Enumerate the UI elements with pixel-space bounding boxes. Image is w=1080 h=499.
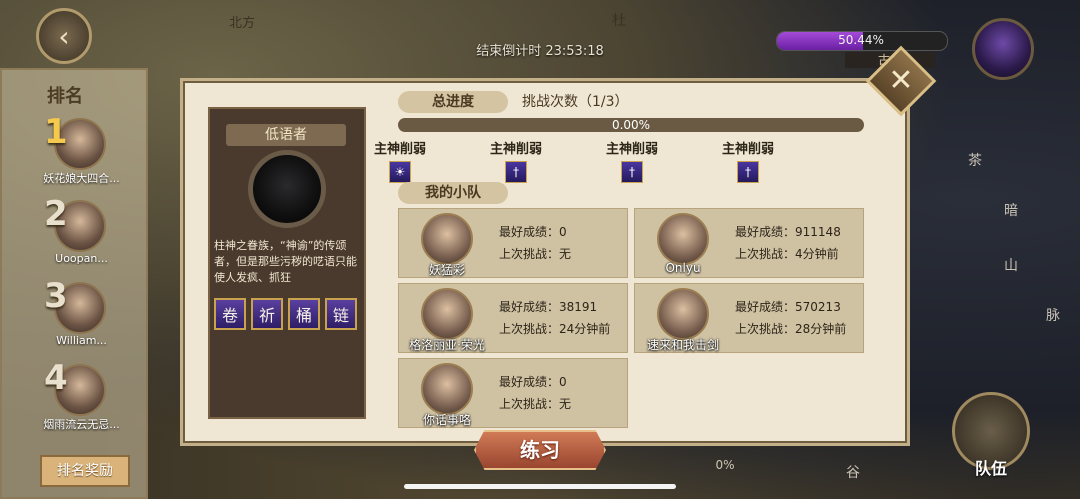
avatar (421, 213, 473, 265)
skill-scroll-icon[interactable]: 卷 (214, 298, 246, 330)
skill-chain-icon[interactable]: 链 (325, 298, 357, 330)
best-value: 911148 (795, 225, 841, 239)
rank-name: William... (56, 334, 107, 347)
last-value: 4分钟前 (795, 247, 839, 261)
close-icon[interactable]: ✕ (876, 56, 926, 106)
total-progress-text: 0.00% (611, 118, 651, 132)
rank-name: Uoopan... (55, 252, 108, 265)
team-member-card[interactable]: 妖猛彩 最好成绩：0 上次挑战：无 (398, 208, 628, 278)
rank-number: 1 (44, 112, 68, 152)
map-label: 谷 (846, 465, 860, 481)
team-button-label[interactable]: 队伍 (952, 455, 1030, 479)
best-value: 0 (559, 375, 567, 389)
rank-name: 妖花娘大四合... (43, 172, 120, 185)
best-score: 最好成绩：38191 (499, 298, 597, 315)
debuff-label: 主神削弱 (721, 142, 774, 157)
event-countdown: 结束倒计时 23:53:18 (476, 44, 604, 59)
progress-tag: 总进度 (398, 91, 508, 113)
last-label: 上次挑战： (735, 247, 796, 261)
home-indicator[interactable] (404, 484, 676, 489)
rank-number: 3 (44, 276, 68, 316)
last-challenge: 上次挑战：4分钟前 (735, 245, 839, 262)
best-value: 0 (559, 225, 567, 239)
map-label: 暗 (1004, 203, 1018, 219)
best-score: 最好成绩：570213 (735, 298, 841, 315)
last-value: 28分钟前 (795, 322, 847, 336)
rank-number: 4 (44, 358, 68, 398)
ranking-title: 排名 (47, 86, 83, 107)
best-label: 最好成绩： (499, 300, 560, 314)
map-label-north: 北方 (229, 16, 256, 31)
debuff-label: 主神削弱 (373, 142, 426, 157)
member-name: Onlyu (665, 261, 701, 275)
debuff[interactable]: 主神削弱 † (708, 138, 788, 183)
map-label: 杜 (612, 13, 626, 29)
practice-button[interactable]: 练习 (474, 430, 606, 470)
last-challenge: 上次挑战：无 (499, 395, 571, 412)
best-value: 38191 (559, 300, 598, 314)
map-label: 脉 (1046, 308, 1060, 324)
skill-pray-icon[interactable]: 祈 (251, 298, 283, 330)
challenge-count: 挑战次数（1/3） (522, 94, 629, 110)
back-button[interactable]: ‹ (36, 8, 92, 64)
last-label: 上次挑战： (499, 247, 560, 261)
member-name: 你话事咯 (422, 413, 471, 427)
boss-description: 柱神之眷族，“神谕”的传颂者，但是那些污秽的呓语只能使人发疯、抓狂 (214, 239, 357, 284)
debuff-label: 主神削弱 (489, 142, 542, 157)
boss-name: 低语者 (226, 124, 346, 146)
last-value: 24分钟前 (559, 322, 611, 336)
boss-skills: 卷 祈 桶 链 (214, 298, 362, 330)
debuff-label: 主神削弱 (605, 142, 658, 157)
boss-portrait[interactable] (972, 18, 1034, 80)
last-challenge: 上次挑战：24分钟前 (499, 320, 610, 337)
boss-hp-text: 50.44% (838, 33, 884, 47)
best-score: 最好成绩：0 (499, 373, 567, 390)
sun-icon: ☀ (389, 161, 411, 183)
member-name: 妖猛彩 (428, 263, 465, 277)
team-tag: 我的小队 (398, 182, 508, 204)
best-score: 最好成绩：0 (499, 223, 567, 240)
last-challenge: 上次挑战：无 (499, 245, 571, 262)
best-label: 最好成绩： (735, 225, 796, 239)
bottom-percent: 0% (715, 458, 735, 472)
member-name: 格洛丽亚·荣光 (409, 338, 485, 352)
skill-barrel-icon[interactable]: 桶 (288, 298, 320, 330)
avatar (657, 288, 709, 340)
avatar (657, 213, 709, 265)
last-label: 上次挑战： (735, 322, 796, 336)
last-value: 无 (559, 397, 572, 411)
back-arrow-icon: ‹ (58, 19, 70, 53)
map-label: 茶 (968, 153, 982, 169)
map-label: 山 (1004, 258, 1018, 274)
last-value: 无 (559, 247, 572, 261)
team-member-card[interactable]: 你话事咯 最好成绩：0 上次挑战：无 (398, 358, 628, 428)
last-label: 上次挑战： (499, 397, 560, 411)
best-label: 最好成绩： (499, 375, 560, 389)
rune-icon: † (505, 161, 527, 183)
boss-image (248, 150, 326, 228)
avatar (421, 288, 473, 340)
ranking-reward-button[interactable]: 排名奖励 (40, 455, 130, 487)
team-member-card[interactable]: 格洛丽亚·荣光 最好成绩：38191 上次挑战：24分钟前 (398, 283, 628, 353)
debuff[interactable]: 主神削弱 ☀ (360, 138, 440, 183)
debuff[interactable]: 主神削弱 † (592, 138, 672, 183)
team-member-card[interactable]: 速来和我击剑 最好成绩：570213 上次挑战：28分钟前 (634, 283, 864, 353)
member-name: 速来和我击剑 (646, 338, 719, 352)
best-value: 570213 (795, 300, 841, 314)
rune-icon: † (737, 161, 759, 183)
avatar (421, 363, 473, 415)
team-member-card[interactable]: Onlyu 最好成绩：911148 上次挑战：4分钟前 (634, 208, 864, 278)
rank-number: 2 (44, 194, 68, 234)
rank-name: 烟雨流云无忌... (43, 418, 120, 431)
debuff[interactable]: 主神削弱 † (476, 138, 556, 183)
rune-icon: † (621, 161, 643, 183)
last-label: 上次挑战： (499, 322, 560, 336)
best-label: 最好成绩： (499, 225, 560, 239)
best-label: 最好成绩： (735, 300, 796, 314)
best-score: 最好成绩：911148 (735, 223, 841, 240)
last-challenge: 上次挑战：28分钟前 (735, 320, 846, 337)
